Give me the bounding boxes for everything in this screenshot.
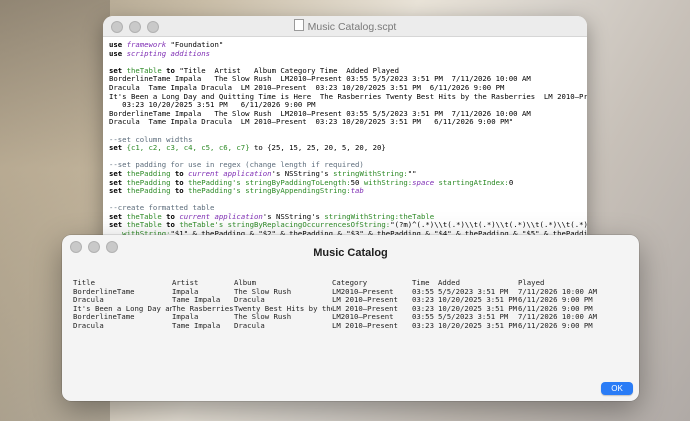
table-cell: 5/5/2023 3:51 PM [438, 313, 509, 322]
column-header: Played [518, 279, 545, 287]
table-cell: BorderlineTame [73, 287, 135, 296]
code-line: use scripting additions [109, 48, 581, 59]
editor-titlebar: Music Catalog.scpt [103, 16, 587, 37]
code-token: 0 [508, 177, 514, 187]
table-cell: LM2010–Present [332, 287, 394, 296]
table-cell: Tame Impala [172, 296, 221, 305]
table-header-row: Title Artist Album Category Time Added P… [73, 279, 608, 288]
code-line: Dracula Tame Impala Dracula LM 2010–Pres… [109, 118, 581, 127]
music-catalog-dialog: Music Catalog Title Artist Album Categor… [62, 235, 639, 401]
code-token: to [170, 186, 189, 196]
table-row: Dracula Tame Impala Dracula LM 2010–Present… [73, 296, 608, 305]
column-header: Time [412, 279, 430, 287]
code-token: set [109, 186, 127, 196]
table-cell: Tame Impala [172, 321, 221, 330]
table-cell: The Rasberries [172, 304, 234, 313]
code-token: to {25, 15, 25, 20, 5, 20, 20} [249, 143, 386, 153]
code-token: thePadding [126, 186, 171, 196]
code-token: {c1, c2, c3, c4, c5, c6, c7} [126, 143, 250, 153]
column-header: Added [438, 279, 460, 287]
table-cell: 7/11/2026 10:00 AM [518, 287, 598, 296]
table-cell: 6/11/2026 9:00 PM [518, 296, 593, 305]
table-cell: 6/11/2026 9:00 PM [518, 304, 593, 313]
code-token: startingAtIndex: [438, 177, 509, 187]
catalog-table: Title Artist Album Category Time Added P… [73, 279, 608, 331]
column-header: Title [73, 279, 95, 287]
column-header: Album [234, 279, 256, 287]
table-cell: BorderlineTame [73, 313, 135, 322]
table-cell: 10/20/2025 3:51 PM [438, 296, 518, 305]
code-token: scripting additions [126, 48, 211, 58]
table-cell: Twenty Best Hits by the R [234, 304, 332, 313]
table-row: Dracula Tame Impala Dracula LM 2010–Present… [73, 322, 608, 331]
table-cell: LM 2010–Present [332, 321, 398, 330]
table-cell: LM 2010–Present [332, 304, 398, 313]
table-cell: Impala [172, 287, 199, 296]
table-cell: LM2010–Present [332, 313, 394, 322]
ok-button[interactable]: OK [601, 382, 633, 395]
table-cell: Dracula [234, 321, 265, 330]
table-cell: 03:23 [412, 296, 434, 305]
table-row: BorderlineTame Impala The Slow Rush LM2010–… [73, 313, 608, 322]
code-token: withString: [363, 177, 413, 187]
script-editor-window: Music Catalog.scpt use framework "Founda… [103, 16, 587, 246]
table-cell: LM 2010–Present [332, 296, 398, 305]
code-line: set thePadding to thePadding's stringByA… [109, 186, 581, 196]
table-row: It's Been a Long Day and The Rasberries Tw… [73, 305, 608, 314]
code-token: thePadding's stringByAppendingString: [188, 186, 351, 196]
table-cell: 03:55 [412, 287, 434, 296]
table-cell: 6/11/2026 9:00 PM [518, 321, 593, 330]
table-cell: Dracula [234, 296, 265, 305]
code-token: use [109, 48, 127, 58]
column-header: Category [332, 279, 368, 287]
code-token: set [109, 143, 127, 153]
window-title: Music Catalog.scpt [103, 19, 587, 33]
table-cell: The Slow Rush [234, 287, 292, 296]
column-header: Artist [172, 279, 199, 287]
table-cell: 03:23 [412, 304, 434, 313]
table-cell: 10/20/2025 3:51 PM [438, 321, 518, 330]
script-document-icon [293, 19, 304, 31]
table-cell: 03:23 [412, 321, 434, 330]
code-line: set {c1, c2, c3, c4, c5, c6, c7} to {25,… [109, 143, 581, 153]
script-code-area[interactable]: use framework "Foundation" use scripting … [103, 37, 587, 246]
code-token: tab [350, 186, 364, 196]
dialog-title: Music Catalog [313, 247, 388, 259]
table-cell: Dracula [73, 321, 104, 330]
code-token: Dracula Tame Impala Dracula LM 2010–Pres… [109, 117, 514, 127]
window-title-text: Music Catalog.scpt [307, 21, 397, 33]
table-cell: 7/11/2026 10:00 AM [518, 313, 598, 322]
table-cell: It's Been a Long Day and [73, 304, 172, 313]
code-token: space [412, 177, 439, 187]
table-cell: 03:55 [412, 313, 434, 322]
table-cell: 10/20/2025 3:51 PM [438, 304, 518, 313]
table-cell: Impala [172, 313, 199, 322]
table-cell: The Slow Rush [234, 313, 292, 322]
table-cell: 5/5/2023 3:51 PM [438, 287, 509, 296]
table-row: BorderlineTame Impala The Slow Rush LM2010–… [73, 288, 608, 297]
table-cell: Dracula [73, 296, 104, 305]
